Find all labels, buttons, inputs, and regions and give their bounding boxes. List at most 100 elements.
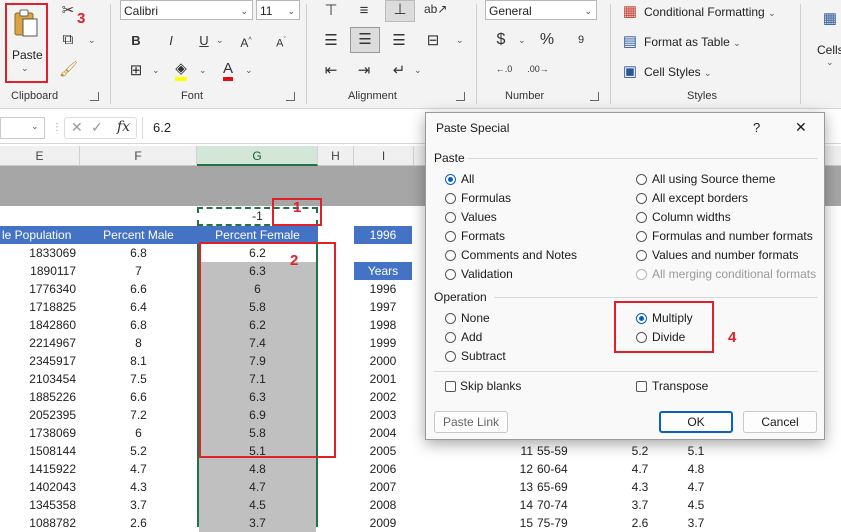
cell-male[interactable]: 4.7 [620,460,660,478]
header-population[interactable]: le Population [0,226,80,244]
cell-year[interactable]: 1998 [354,316,412,334]
currency-button[interactable]: $ [493,31,509,49]
font-grow-icon[interactable]: A^ [237,32,255,52]
option-label[interactable]: None [461,311,490,325]
chevron-down-icon[interactable]: ⌄ [199,65,207,76]
cell-percent-male[interactable]: 2.6 [80,514,197,532]
align-bottom-icon[interactable]: ⊥ [385,0,415,22]
cell-percent-male[interactable]: 6.4 [80,298,197,316]
cell-year[interactable]: 2005 [354,442,412,460]
cell-year[interactable]: 2008 [354,496,412,514]
chevron-down-icon[interactable]: ⌄ [21,63,29,74]
option-label[interactable]: Validation [461,267,513,281]
cell-year[interactable]: 2003 [354,406,412,424]
option-label[interactable]: Comments and Notes [461,248,577,262]
option-label[interactable]: Subtract [461,349,506,363]
cell-year[interactable]: 1997 [354,298,412,316]
cell-age-group[interactable]: 70-74 [537,496,587,514]
cell-percent-male[interactable]: 8 [80,334,197,352]
cell-female[interactable]: 4.5 [676,496,716,514]
radio-values[interactable] [445,212,456,223]
cell-population[interactable]: 1345358 [0,496,76,514]
option-label[interactable]: Add [461,330,482,344]
cell-population[interactable]: 1776340 [0,280,76,298]
option-label[interactable]: All using Source theme [652,172,775,186]
cell-percent-male[interactable]: 7.5 [80,370,197,388]
cell-percent-male[interactable]: 6 [80,424,197,442]
cell-population[interactable]: 2214967 [0,334,76,352]
bold-button[interactable]: B [128,32,144,50]
cell-population[interactable]: 1885226 [0,388,76,406]
cancel-icon[interactable]: ✕ [71,119,83,136]
wrap-text-icon[interactable]: ↵ [388,62,410,80]
header-year-1996[interactable]: 1996 [354,226,412,244]
font-color-icon[interactable]: A [219,60,237,81]
skip-blanks-label[interactable]: Skip blanks [460,379,521,393]
cut-icon[interactable]: ✂ [59,2,77,20]
cell-percent-male[interactable]: 7 [80,262,197,280]
decrease-indent-icon[interactable]: ⇤ [322,62,340,80]
cell-male[interactable]: 5.2 [620,442,660,460]
format-as-table-button[interactable]: Format as Table ⌄ [644,33,741,52]
cell-percent-male[interactable]: 4.7 [80,460,197,478]
cell-percent-female[interactable]: 4.8 [199,460,316,478]
chevron-down-icon[interactable]: ⌄ [826,57,834,68]
column-header-g[interactable]: G [197,146,318,166]
cell-percent-male[interactable]: 6.8 [80,244,197,262]
underline-button[interactable]: U [196,32,212,50]
option-label[interactable]: Column widths [652,210,731,224]
chevron-down-icon[interactable]: ⌄ [456,35,464,46]
header-percent-male[interactable]: Percent Male [80,226,197,244]
font-launcher-icon[interactable] [286,92,295,101]
number-format-combo[interactable]: General ⌄ [485,0,597,20]
align-top-icon[interactable]: ⊤ [322,2,340,20]
transpose-label[interactable]: Transpose [652,379,708,393]
radio-all-except-borders[interactable] [636,193,647,204]
option-label[interactable]: Formulas and number formats [652,229,813,243]
option-label[interactable]: All [461,172,474,186]
borders-icon[interactable]: ⊞ [127,62,145,80]
radio-add[interactable] [445,332,456,343]
cell-percent-male[interactable]: 3.7 [80,496,197,514]
alignment-launcher-icon[interactable] [456,92,465,101]
cell-percent-female[interactable]: 4.5 [199,496,316,514]
cell-population[interactable]: 2052395 [0,406,76,424]
help-button[interactable]: ? [753,120,760,135]
cell-male[interactable]: 2.6 [620,514,660,532]
align-right-icon[interactable]: ☰ [390,32,408,50]
cell-population[interactable]: 1738069 [0,424,76,442]
cell-percent-male[interactable]: 7.2 [80,406,197,424]
radio-formulas[interactable] [445,193,456,204]
chevron-down-icon[interactable]: ⌄ [152,65,160,76]
merge-center-icon[interactable]: ⊟ [424,32,442,50]
font-size-combo[interactable]: 11 ⌄ [256,0,300,20]
orientation-icon[interactable]: ab↗ [424,0,447,18]
cell-percent-male[interactable]: 4.3 [80,478,197,496]
cell-female[interactable]: 3.7 [676,514,716,532]
format-painter-icon[interactable]: 🖌 [59,61,78,79]
radio-validation[interactable] [445,269,456,280]
increase-indent-icon[interactable]: ⇥ [355,62,373,80]
paste-link-button[interactable]: Paste Link [434,411,508,433]
cell-population[interactable]: 1890117 [0,262,76,280]
column-header-e[interactable]: E [0,146,80,166]
cell-male[interactable]: 3.7 [620,496,660,514]
cell-row-number[interactable]: 14 [505,496,533,514]
percent-button[interactable]: % [538,31,556,49]
cell-year[interactable]: 2000 [354,352,412,370]
cell-row-number[interactable]: 15 [505,514,533,532]
cancel-button[interactable]: Cancel [743,411,817,433]
cell-year[interactable]: 2009 [354,514,412,532]
column-header-f[interactable]: F [80,146,197,166]
cell-female[interactable]: 4.7 [676,478,716,496]
cell-population[interactable]: 1508144 [0,442,76,460]
option-label[interactable]: All except borders [652,191,748,205]
cell-age-group[interactable]: 55-59 [537,442,587,460]
comma-style-icon[interactable]: 9 [572,31,590,49]
chevron-down-icon[interactable]: ⌄ [88,35,96,46]
radio-values-and-number-formats[interactable] [636,250,647,261]
paste-icon[interactable] [12,8,40,38]
chevron-down-icon[interactable]: ⌄ [414,65,422,76]
chevron-down-icon[interactable]: ⌄ [245,65,253,76]
cell-percent-male[interactable]: 5.2 [80,442,197,460]
